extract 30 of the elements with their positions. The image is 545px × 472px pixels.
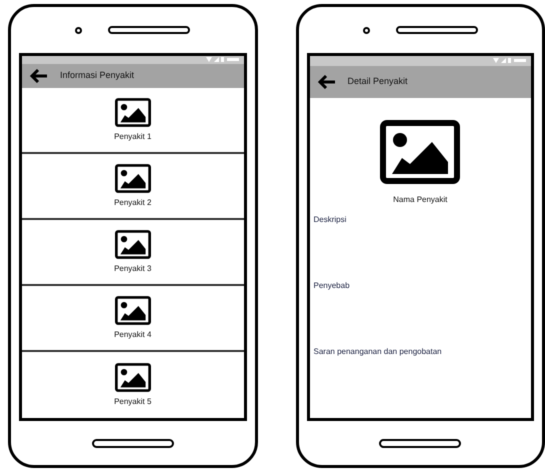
section-label: Saran penanganan dan pengobatan <box>314 346 443 358</box>
home-button[interactable] <box>379 438 462 448</box>
list-item[interactable]: Penyakit 1 <box>22 88 244 154</box>
image-placeholder-icon <box>114 98 151 126</box>
item-label: Penyakit 1 <box>114 130 152 142</box>
status-icons <box>206 56 240 63</box>
app-bar-title: Informasi Penyakit <box>60 69 134 82</box>
list-item[interactable]: Penyakit 4 <box>22 286 244 352</box>
camera-icon <box>362 26 370 34</box>
back-arrow-icon[interactable] <box>318 75 336 89</box>
image-placeholder-icon <box>380 120 460 184</box>
app-bar-title: Detail Penyakit <box>348 75 408 88</box>
item-label: Penyakit 3 <box>114 262 152 274</box>
section-label: Deskripsi <box>314 214 348 226</box>
home-button[interactable] <box>92 438 174 448</box>
disease-name: Nama Penyakit <box>393 194 448 206</box>
list-item[interactable]: Penyakit 5 <box>22 352 244 418</box>
list-item[interactable]: Penyakit 3 <box>22 220 244 286</box>
item-label: Penyakit 5 <box>114 396 152 408</box>
item-label: Penyakit 2 <box>114 196 152 208</box>
status-icons <box>493 58 527 64</box>
image-placeholder-icon <box>114 164 151 192</box>
back-arrow-icon[interactable] <box>30 68 48 83</box>
camera-icon <box>75 26 82 34</box>
item-label: Penyakit 4 <box>114 328 152 340</box>
image-placeholder-icon <box>114 362 151 392</box>
section-label: Penyebab <box>314 280 351 292</box>
image-placeholder-icon <box>114 230 151 258</box>
image-placeholder-icon <box>114 296 151 324</box>
list-item[interactable]: Penyakit 2 <box>22 154 244 220</box>
